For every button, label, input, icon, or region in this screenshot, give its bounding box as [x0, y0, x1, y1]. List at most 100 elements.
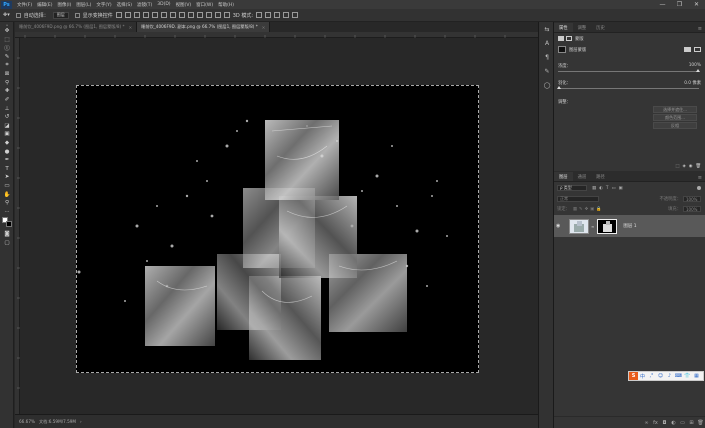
zoom-level[interactable]: 66.67%: [19, 419, 35, 424]
ime-tools-icon[interactable]: ▦: [692, 372, 701, 380]
tab-layers[interactable]: 图层: [554, 172, 573, 181]
add-vector-mask-icon[interactable]: [694, 47, 701, 52]
toggle-mask-icon[interactable]: ◉: [689, 164, 693, 169]
distribute-bottom-icon[interactable]: [187, 12, 194, 18]
invert-button[interactable]: 反相: [653, 122, 697, 129]
zoom-tool-icon[interactable]: ⚲: [0, 199, 14, 208]
menu-filter[interactable]: 滤镜(T): [137, 2, 152, 8]
3d-roll-icon[interactable]: [265, 12, 272, 18]
history-panel-icon[interactable]: ⇆: [539, 22, 555, 36]
filter-smart-icon[interactable]: ▣: [619, 186, 623, 191]
distribute-center-icon[interactable]: [205, 12, 212, 18]
feather-slider[interactable]: [557, 86, 699, 89]
filter-adjust-icon[interactable]: ◐: [599, 186, 603, 191]
align-center-icon[interactable]: [151, 12, 158, 18]
screen-mode-icon[interactable]: ▢: [0, 239, 14, 248]
pen-tool-icon[interactable]: ✒: [0, 156, 14, 165]
move-tool-icon[interactable]: ✥: [0, 27, 14, 36]
type-tool-icon[interactable]: T: [0, 165, 14, 174]
document-tab-active[interactable]: 睡前饮_4006F9D. 副本.png @ 66.7% (图层1, 图层蒙版/8…: [137, 22, 271, 32]
path-select-tool-icon[interactable]: ➤: [0, 173, 14, 182]
layer-style-icon[interactable]: fx: [651, 418, 660, 427]
auto-select-dropdown[interactable]: 图层: [52, 11, 69, 19]
paragraph-panel-icon[interactable]: ¶: [539, 50, 555, 64]
menu-view[interactable]: 视图(V): [176, 2, 192, 8]
fill-input[interactable]: 100%: [683, 206, 701, 212]
ime-voice-icon[interactable]: ♪: [665, 372, 674, 380]
lock-all-icon[interactable]: 🔒: [596, 207, 601, 212]
stamp-tool-icon[interactable]: ⊥: [0, 104, 14, 113]
opacity-input[interactable]: 100%: [683, 196, 701, 202]
layer-mask-thumbnail[interactable]: [597, 218, 618, 234]
density-slider-thumb[interactable]: [696, 69, 700, 72]
filter-kind-dropdown[interactable]: ρ 类型: [557, 185, 587, 191]
more-tools-icon[interactable]: ···: [0, 207, 14, 216]
color-swatches[interactable]: [0, 216, 13, 230]
lasso-tool-icon[interactable]: ⓛ: [0, 44, 14, 53]
link-layers-icon[interactable]: ∞: [642, 418, 651, 427]
character-panel-icon[interactable]: A: [539, 36, 555, 50]
ime-logo-icon[interactable]: S: [629, 372, 638, 380]
lock-artboard-icon[interactable]: ▣: [590, 207, 594, 212]
show-transform-checkbox[interactable]: [74, 12, 80, 18]
close-button[interactable]: ✕: [688, 0, 705, 9]
close-tab-icon[interactable]: ✕: [262, 25, 266, 30]
rectangle-tool-icon[interactable]: ▭: [0, 182, 14, 191]
mask-link-icon[interactable]: ∞: [591, 224, 594, 229]
distribute-middle-icon[interactable]: [178, 12, 185, 18]
tab-properties[interactable]: 属性: [554, 23, 573, 32]
feather-slider-thumb[interactable]: [557, 86, 561, 89]
tab-paths[interactable]: 路径: [591, 172, 610, 181]
info-panel-icon[interactable]: ◯: [539, 78, 555, 92]
3d-pan-icon[interactable]: [274, 12, 281, 18]
ime-skin-icon[interactable]: 👕: [683, 372, 692, 380]
menu-image[interactable]: 图像(I): [57, 2, 71, 8]
filter-type-icon[interactable]: T: [606, 186, 609, 191]
ime-keyboard-icon[interactable]: ⌨: [674, 372, 683, 380]
auto-select-checkbox[interactable]: [15, 12, 21, 18]
tab-adjustments[interactable]: 调整: [573, 23, 592, 32]
distribute-left-icon[interactable]: [196, 12, 203, 18]
pixel-mask-icon[interactable]: [558, 36, 564, 41]
menu-layer[interactable]: 图层(L): [76, 2, 91, 8]
new-layer-icon[interactable]: ⊞: [687, 418, 696, 427]
3d-slide-icon[interactable]: [283, 12, 290, 18]
apply-mask-icon[interactable]: ◈: [682, 164, 685, 169]
move-tool-preset-icon[interactable]: ✥▾: [3, 12, 10, 18]
history-brush-tool-icon[interactable]: ↺: [0, 113, 14, 122]
layers-menu-icon[interactable]: ≡: [698, 175, 705, 181]
frame-tool-icon[interactable]: ⊠: [0, 70, 14, 79]
delete-mask-icon[interactable]: 🗑: [696, 164, 701, 169]
brush-tool-icon[interactable]: ✐: [0, 96, 14, 105]
distribute-top-icon[interactable]: [169, 12, 176, 18]
filter-toggle-icon[interactable]: [697, 186, 701, 190]
marquee-tool-icon[interactable]: ⬚: [0, 36, 14, 45]
menu-type[interactable]: 文字(Y): [96, 2, 111, 8]
lock-paint-icon[interactable]: ✎: [579, 207, 583, 212]
menu-file[interactable]: 文件(F): [17, 2, 32, 8]
menu-3d[interactable]: 3D(D): [157, 2, 170, 7]
tab-channels[interactable]: 通道: [573, 172, 592, 181]
ime-chinese-icon[interactable]: 中: [638, 372, 647, 380]
hand-tool-icon[interactable]: ✋: [0, 190, 14, 199]
distribute-right-icon[interactable]: [214, 12, 221, 18]
add-pixel-mask-icon[interactable]: [684, 47, 691, 52]
menu-select[interactable]: 选择(S): [117, 2, 132, 8]
brush-settings-icon[interactable]: ✎: [539, 64, 555, 78]
eyedropper-tool-icon[interactable]: ⚲: [0, 79, 14, 88]
3d-scale-icon[interactable]: [292, 12, 299, 18]
document-canvas[interactable]: [76, 85, 479, 373]
vector-mask-icon[interactable]: [566, 36, 572, 41]
layer-row[interactable]: ◉ ∞ 图层 1: [554, 215, 705, 237]
quick-select-tool-icon[interactable]: ✎: [0, 53, 14, 62]
density-slider[interactable]: [558, 69, 700, 72]
align-top-icon[interactable]: [115, 12, 122, 18]
add-mask-icon[interactable]: ◘: [660, 418, 669, 427]
eraser-tool-icon[interactable]: ◪: [0, 122, 14, 131]
density-value[interactable]: 100%: [689, 63, 701, 68]
gradient-tool-icon[interactable]: ▣: [0, 130, 14, 139]
menu-help[interactable]: 帮助(H): [218, 2, 234, 8]
maximize-button[interactable]: ❐: [671, 0, 688, 9]
menu-edit[interactable]: 编辑(E): [37, 2, 52, 8]
filter-shape-icon[interactable]: ▭: [611, 186, 615, 191]
